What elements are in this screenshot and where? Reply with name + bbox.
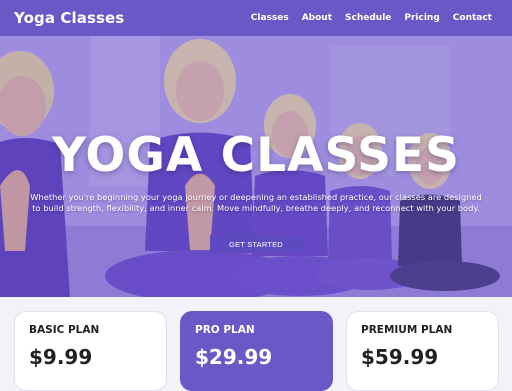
nav-link-classes[interactable]: Classes xyxy=(251,13,289,23)
get-started-button[interactable]: GET STARTED xyxy=(210,235,302,253)
nav-links: Classes About Schedule Pricing Contact xyxy=(251,13,492,23)
plan-price: $9.99 xyxy=(29,345,93,369)
plan-name: BASIC PLAN xyxy=(29,324,100,336)
hero-section: YOGA CLASSES Whether you're beginning yo… xyxy=(0,36,512,297)
hero-title: YOGA CLASSES xyxy=(52,128,460,183)
plan-price: $59.99 xyxy=(361,345,439,369)
plan-name: PRO PLAN xyxy=(195,324,255,336)
nav-link-contact[interactable]: Contact xyxy=(453,13,492,23)
pricing-section: BASIC PLAN $9.99 PRO PLAN $29.99 PREMIUM… xyxy=(0,297,512,391)
pricing-card-basic[interactable]: BASIC PLAN $9.99 xyxy=(14,311,167,391)
site-logo[interactable]: Yoga Classes xyxy=(14,9,124,27)
hero-description: Whether you're beginning your yoga journ… xyxy=(30,192,482,213)
pricing-card-pro[interactable]: PRO PLAN $29.99 xyxy=(180,311,333,391)
plan-name: PREMIUM PLAN xyxy=(361,324,453,336)
nav-link-about[interactable]: About xyxy=(302,13,332,23)
nav-link-pricing[interactable]: Pricing xyxy=(404,13,439,23)
navbar: Yoga Classes Classes About Schedule Pric… xyxy=(0,0,512,36)
nav-link-schedule[interactable]: Schedule xyxy=(345,13,391,23)
plan-price: $29.99 xyxy=(195,345,273,369)
pricing-card-premium[interactable]: PREMIUM PLAN $59.99 xyxy=(346,311,499,391)
